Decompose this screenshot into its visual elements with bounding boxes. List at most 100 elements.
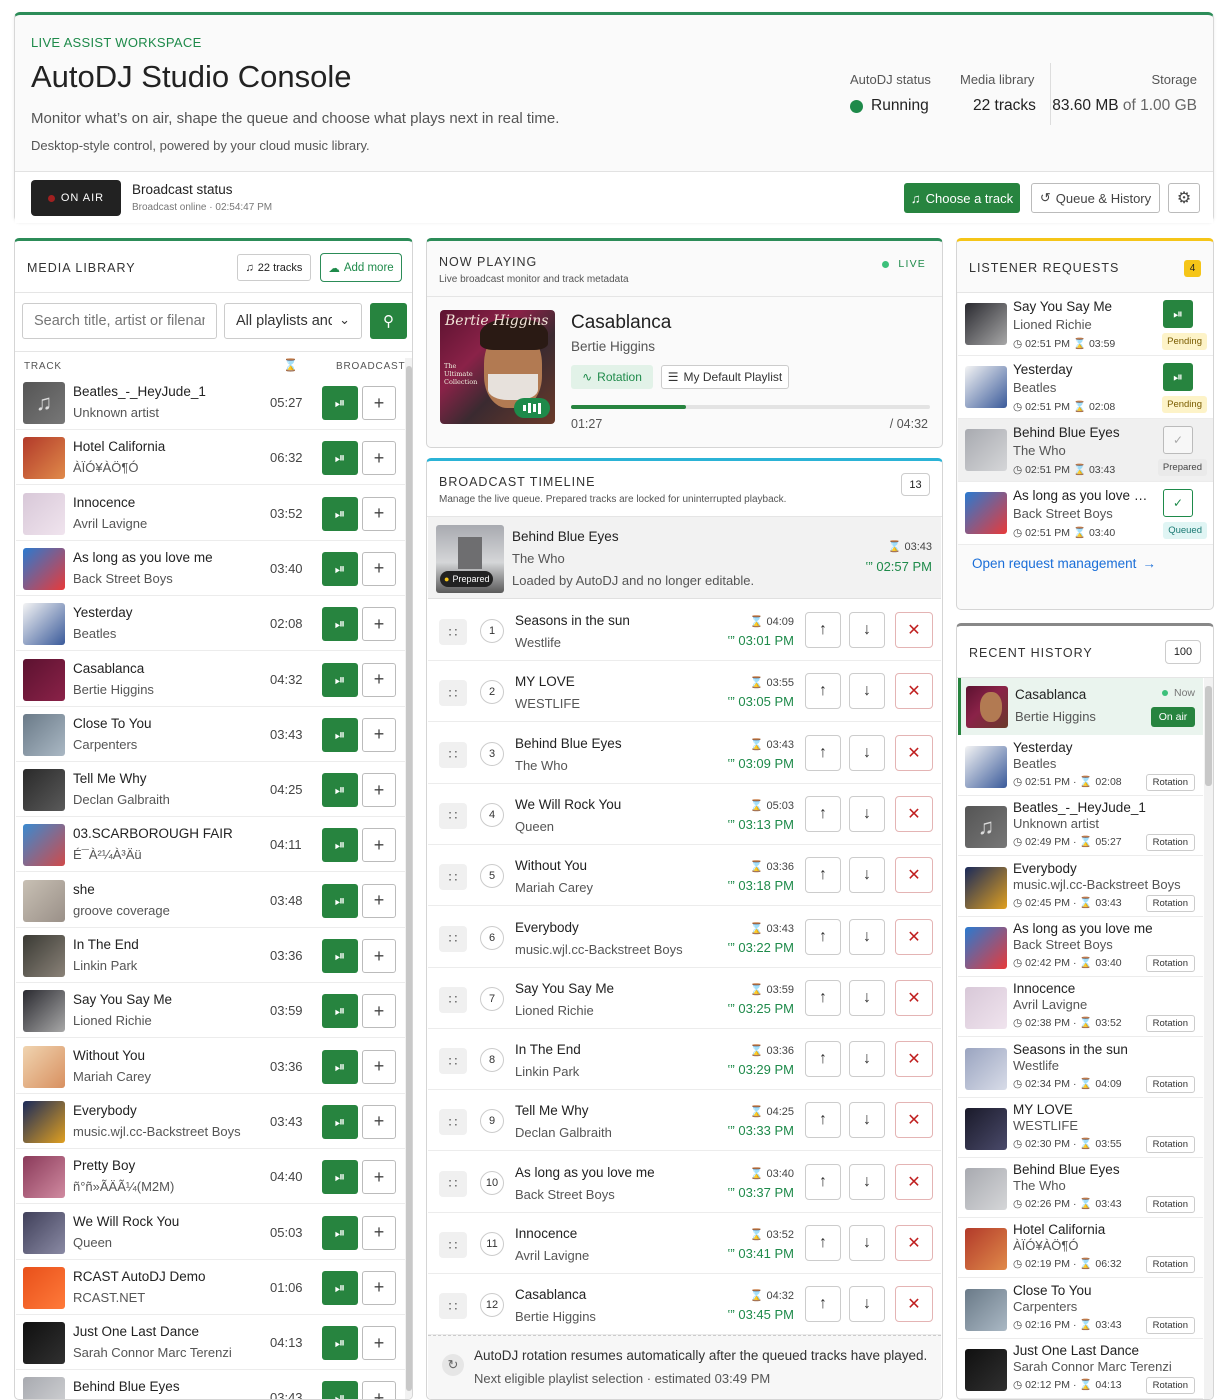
- move-down-button[interactable]: ↓: [849, 612, 885, 648]
- remove-button[interactable]: ✕: [895, 1041, 933, 1078]
- drag-handle-icon[interactable]: ∷: [439, 802, 467, 829]
- move-up-button[interactable]: ↑: [805, 673, 841, 710]
- play-request-button[interactable]: ⏯: [1163, 363, 1193, 391]
- add-to-queue-button[interactable]: +: [362, 994, 396, 1029]
- remove-button[interactable]: ✕: [895, 734, 933, 771]
- play-now-button[interactable]: ⏯: [322, 386, 358, 420]
- open-request-management-link[interactable]: Open request management →: [972, 556, 1156, 571]
- remove-button[interactable]: ✕: [895, 1225, 933, 1261]
- move-down-button[interactable]: ↓: [849, 1225, 885, 1261]
- play-now-button[interactable]: ⏯: [322, 717, 358, 752]
- remove-button[interactable]: ✕: [895, 673, 933, 710]
- drag-handle-icon[interactable]: ∷: [439, 1170, 467, 1197]
- move-down-button[interactable]: ↓: [849, 1041, 885, 1078]
- move-down-button[interactable]: ↓: [849, 734, 885, 771]
- add-to-queue-button[interactable]: +: [362, 662, 396, 697]
- drag-handle-icon[interactable]: ∷: [439, 1048, 467, 1075]
- play-request-button[interactable]: ⏯: [1163, 300, 1193, 328]
- add-to-queue-button[interactable]: +: [362, 1326, 396, 1361]
- drag-handle-icon[interactable]: ∷: [439, 1232, 467, 1258]
- add-to-queue-button[interactable]: +: [362, 1104, 396, 1139]
- library-scrollbar[interactable]: [405, 358, 412, 1399]
- play-now-button[interactable]: ⏯: [322, 1160, 358, 1195]
- add-to-queue-button[interactable]: +: [362, 1160, 396, 1195]
- add-to-queue-button[interactable]: +: [362, 551, 396, 586]
- library-scrollbar-thumb[interactable]: [406, 366, 412, 1391]
- move-down-button[interactable]: ↓: [849, 673, 885, 710]
- settings-button[interactable]: ⚙: [1168, 183, 1200, 213]
- move-up-button[interactable]: ↑: [805, 1286, 841, 1323]
- play-now-button[interactable]: ⏯: [322, 1049, 358, 1084]
- move-up-button[interactable]: ↑: [805, 795, 841, 832]
- move-down-button[interactable]: ↓: [849, 918, 885, 955]
- drag-handle-icon[interactable]: ∷: [439, 925, 467, 952]
- add-to-queue-button[interactable]: +: [362, 1270, 396, 1305]
- library-search-input[interactable]: [22, 303, 217, 339]
- add-to-queue-button[interactable]: +: [362, 386, 396, 420]
- add-to-queue-button[interactable]: +: [362, 496, 396, 531]
- play-now-button[interactable]: ⏯: [322, 607, 358, 642]
- remove-button[interactable]: ✕: [895, 857, 933, 894]
- move-up-button[interactable]: ↑: [805, 918, 841, 955]
- remove-button[interactable]: ✕: [895, 1286, 933, 1323]
- add-more-button[interactable]: ☁ Add more: [320, 253, 402, 282]
- remove-button[interactable]: ✕: [895, 979, 933, 1016]
- play-now-button[interactable]: ⏯: [322, 1104, 358, 1139]
- remove-button[interactable]: ✕: [895, 918, 933, 955]
- play-now-button[interactable]: ⏯: [322, 828, 358, 863]
- move-up-button[interactable]: ↑: [805, 1041, 841, 1078]
- move-up-button[interactable]: ↑: [805, 1102, 841, 1139]
- play-now-button[interactable]: ⏯: [322, 1326, 358, 1361]
- search-button[interactable]: ⚲: [370, 303, 407, 339]
- move-down-button[interactable]: ↓: [849, 979, 885, 1016]
- drag-handle-icon[interactable]: ∷: [439, 619, 467, 645]
- add-to-queue-button[interactable]: +: [362, 717, 396, 752]
- add-to-queue-button[interactable]: +: [362, 607, 396, 642]
- drag-handle-icon[interactable]: ∷: [439, 986, 467, 1013]
- move-up-button[interactable]: ↑: [805, 734, 841, 771]
- play-now-button[interactable]: ⏯: [322, 994, 358, 1029]
- move-up-button[interactable]: ↑: [805, 1225, 841, 1261]
- move-down-button[interactable]: ↓: [849, 1286, 885, 1323]
- add-to-queue-button[interactable]: +: [362, 773, 396, 808]
- drag-handle-icon[interactable]: ∷: [439, 864, 467, 891]
- move-down-button[interactable]: ↓: [849, 1163, 885, 1200]
- drag-handle-icon[interactable]: ∷: [439, 680, 467, 707]
- drag-handle-icon[interactable]: ∷: [439, 1293, 467, 1320]
- move-down-button[interactable]: ↓: [849, 857, 885, 894]
- move-up-button[interactable]: ↑: [805, 1163, 841, 1200]
- remove-button[interactable]: ✕: [895, 795, 933, 832]
- add-to-queue-button[interactable]: +: [362, 1381, 396, 1399]
- play-now-button[interactable]: ⏯: [322, 939, 358, 973]
- play-now-button[interactable]: ⏯: [322, 1270, 358, 1305]
- history-scrollbar-thumb[interactable]: [1205, 686, 1212, 786]
- add-to-queue-button[interactable]: +: [362, 1049, 396, 1084]
- play-now-button[interactable]: ⏯: [322, 662, 358, 697]
- play-now-button[interactable]: ⏯: [322, 441, 358, 476]
- remove-button[interactable]: ✕: [895, 612, 933, 648]
- add-to-queue-button[interactable]: +: [362, 828, 396, 863]
- add-to-queue-button[interactable]: +: [362, 939, 396, 973]
- move-up-button[interactable]: ↑: [805, 612, 841, 648]
- play-now-button[interactable]: ⏯: [322, 1381, 358, 1399]
- play-now-button[interactable]: ⏯: [322, 773, 358, 808]
- remove-button[interactable]: ✕: [895, 1102, 933, 1139]
- queue-history-button[interactable]: ↺ Queue & History: [1031, 183, 1160, 213]
- choose-track-button[interactable]: ♫ Choose a track: [904, 183, 1020, 213]
- add-to-queue-button[interactable]: +: [362, 441, 396, 476]
- move-up-button[interactable]: ↑: [805, 979, 841, 1016]
- add-to-queue-button[interactable]: +: [362, 1215, 396, 1250]
- history-scrollbar[interactable]: [1204, 678, 1213, 1399]
- playlist-select[interactable]: All playlists and tracks ⌄: [224, 303, 362, 339]
- drag-handle-icon[interactable]: ∷: [439, 1109, 467, 1136]
- play-now-button[interactable]: ⏯: [322, 551, 358, 586]
- move-up-button[interactable]: ↑: [805, 857, 841, 894]
- play-now-button[interactable]: ⏯: [322, 883, 358, 918]
- add-to-queue-button[interactable]: +: [362, 883, 396, 918]
- play-now-button[interactable]: ⏯: [322, 1215, 358, 1250]
- remove-button[interactable]: ✕: [895, 1163, 933, 1200]
- move-down-button[interactable]: ↓: [849, 795, 885, 832]
- play-now-button[interactable]: ⏯: [322, 496, 358, 531]
- move-down-button[interactable]: ↓: [849, 1102, 885, 1139]
- drag-handle-icon[interactable]: ∷: [439, 741, 467, 768]
